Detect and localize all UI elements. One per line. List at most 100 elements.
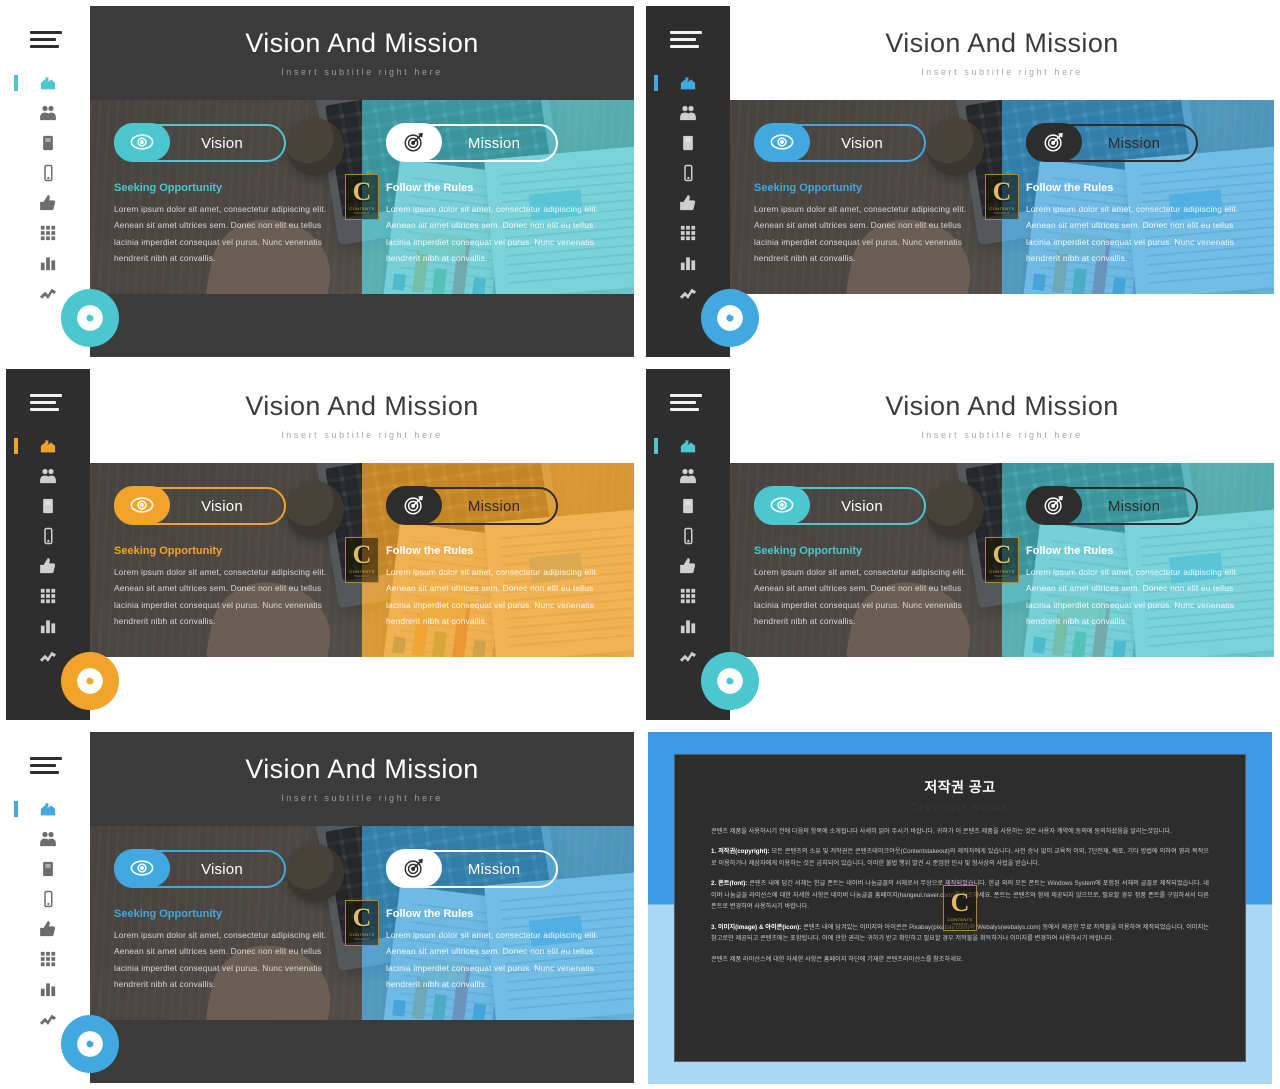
bar-chart-icon xyxy=(680,620,696,634)
mobile-icon xyxy=(44,164,53,182)
active-indicator xyxy=(14,195,18,211)
disc-icon xyxy=(77,305,103,331)
text-block-right: Follow the Rules Lorem ipsum dolor sit am… xyxy=(386,908,616,993)
sidebar-item-people[interactable] xyxy=(6,98,90,128)
slide-header: Vision And Mission Insert subtitle right … xyxy=(90,369,634,463)
content-watermark: C CONTENTS TAKEOUT xyxy=(985,537,1019,583)
sidebar-item-thumbs-up[interactable] xyxy=(6,551,90,581)
watermark-letter: C xyxy=(352,540,372,569)
copyright-section-label-2: 2. 폰트(font): xyxy=(711,880,748,888)
hamburger-icon[interactable] xyxy=(30,394,62,412)
sidebar-item-bar-chart[interactable] xyxy=(6,248,90,278)
page-title: Vision And Mission xyxy=(885,391,1119,422)
sidebar-item-bar-chart[interactable] xyxy=(6,974,90,1004)
hamburger-icon[interactable] xyxy=(30,757,62,775)
sidebar-item-book[interactable] xyxy=(6,491,90,521)
watermark-letter: C xyxy=(992,177,1012,206)
pill-left[interactable]: Vision xyxy=(754,486,926,525)
active-indicator xyxy=(654,498,658,514)
people-icon xyxy=(40,468,56,484)
sidebar-item-grid[interactable] xyxy=(6,944,90,974)
sidebar-item-thumbs-up[interactable] xyxy=(6,914,90,944)
sidebar-item-people[interactable] xyxy=(6,461,90,491)
sidebar-item-grid[interactable] xyxy=(6,218,90,248)
watermark-line2: TAKEOUT xyxy=(993,574,1011,578)
active-indicator xyxy=(14,498,18,514)
text-block-left: Seeking Opportunity Lorem ipsum dolor sit… xyxy=(754,182,984,267)
home-icon xyxy=(40,803,56,816)
sidebar-item-bar-chart[interactable] xyxy=(646,248,730,278)
sidebar-item-thumbs-up[interactable] xyxy=(6,188,90,218)
sidebar-item-people[interactable] xyxy=(6,824,90,854)
sidebar-item-bar-chart[interactable] xyxy=(6,611,90,641)
active-indicator xyxy=(14,225,18,241)
eye-icon xyxy=(754,486,810,524)
pill-right[interactable]: Mission xyxy=(1026,486,1198,525)
sidebar-item-people[interactable] xyxy=(646,98,730,128)
pill-right[interactable]: Mission xyxy=(1026,123,1198,162)
active-indicator xyxy=(14,891,18,907)
bar-chart-icon xyxy=(679,617,697,635)
pill-left[interactable]: Vision xyxy=(114,849,286,888)
sidebar-item-people[interactable] xyxy=(646,461,730,491)
sidebar-item-book[interactable] xyxy=(646,491,730,521)
variant-1: Vision And Mission Insert subtitle right … xyxy=(6,6,634,357)
sidebar-item-thumbs-up[interactable] xyxy=(646,188,730,218)
bar-chart-icon xyxy=(39,617,57,635)
sidebar-item-home[interactable] xyxy=(6,431,90,461)
thumbs-up-icon xyxy=(39,557,57,575)
pill-right[interactable]: Mission xyxy=(386,123,558,162)
copyright-card: 저작권 공고 Copyright Notice 콘텐츠 제품을 사용하시기 전에 다… xyxy=(674,754,1246,1062)
sidebar-item-mobile[interactable] xyxy=(646,521,730,551)
mobile-icon xyxy=(44,527,53,545)
mobile-icon xyxy=(39,164,57,182)
mobile-icon xyxy=(679,527,697,545)
sidebar-item-grid[interactable] xyxy=(6,581,90,611)
sidebar-item-thumbs-up[interactable] xyxy=(646,551,730,581)
paragraph-right: Lorem ipsum dolor sit amet, consectetur … xyxy=(1026,204,1239,264)
sidebar-item-home[interactable] xyxy=(6,68,90,98)
hamburger-icon[interactable] xyxy=(30,31,62,49)
pill-left[interactable]: Vision xyxy=(754,123,926,162)
floating-action-button[interactable] xyxy=(61,1015,119,1073)
sidebar-item-grid[interactable] xyxy=(646,581,730,611)
sidebar-item-mobile[interactable] xyxy=(6,884,90,914)
content-watermark: C CONTENTS TAKEOUT xyxy=(943,885,977,931)
line-chart-icon xyxy=(679,284,697,302)
sidebar-item-book[interactable] xyxy=(6,854,90,884)
pill-left[interactable]: Vision xyxy=(114,486,286,525)
sidebar-item-mobile[interactable] xyxy=(6,158,90,188)
footer-strip xyxy=(90,294,634,357)
hamburger-icon[interactable] xyxy=(670,394,702,412)
pill-left[interactable]: Vision xyxy=(114,123,286,162)
hamburger-icon[interactable] xyxy=(670,31,702,49)
active-indicator xyxy=(654,438,658,454)
floating-action-button[interactable] xyxy=(61,289,119,347)
sidebar-item-home[interactable] xyxy=(646,68,730,98)
pill-label-left: Vision xyxy=(201,134,243,152)
text-block-left: Seeking Opportunity Lorem ipsum dolor sit… xyxy=(114,545,344,630)
panel-2: Vision And Mission Insert subtitle right … xyxy=(640,0,1280,363)
page-title: Vision And Mission xyxy=(245,28,479,59)
book-icon xyxy=(43,135,53,151)
sidebar-item-mobile[interactable] xyxy=(646,158,730,188)
book-icon xyxy=(39,497,57,515)
sidebar-item-bar-chart[interactable] xyxy=(646,611,730,641)
sidebar-item-book[interactable] xyxy=(646,128,730,158)
floating-action-button[interactable] xyxy=(61,652,119,710)
sidebar-item-book[interactable] xyxy=(6,128,90,158)
people-icon xyxy=(680,468,696,484)
slide-body: Vision Seeking Opportunity Lorem ipsum dol… xyxy=(730,463,1274,657)
floating-action-button[interactable] xyxy=(701,652,759,710)
text-block-left: Seeking Opportunity Lorem ipsum dolor sit… xyxy=(114,908,344,993)
floating-action-button[interactable] xyxy=(701,289,759,347)
pill-right[interactable]: Mission xyxy=(386,486,558,525)
pill-right[interactable]: Mission xyxy=(386,849,558,888)
watermark-letter: C xyxy=(992,540,1012,569)
sidebar-item-home[interactable] xyxy=(6,794,90,824)
sidebar-item-grid[interactable] xyxy=(646,218,730,248)
sidebar-item-mobile[interactable] xyxy=(6,521,90,551)
sidebar-item-home[interactable] xyxy=(646,431,730,461)
home-icon xyxy=(679,437,697,455)
line-chart-icon xyxy=(39,1010,57,1028)
